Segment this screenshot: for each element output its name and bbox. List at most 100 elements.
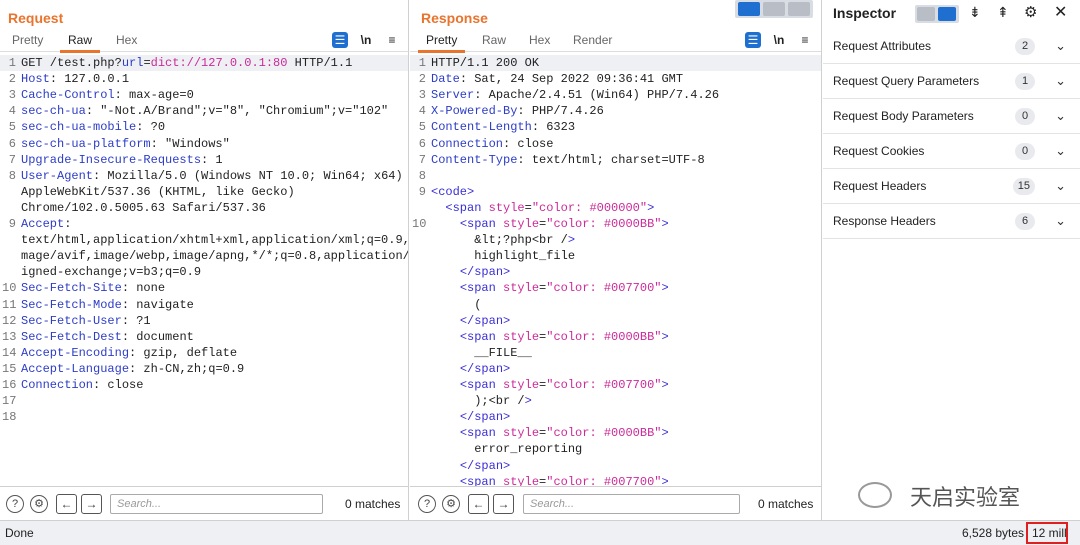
chevron-down-icon[interactable]: ⌄	[1055, 38, 1066, 54]
code-line: 5 Content-Length: 6323	[410, 119, 821, 135]
pretty-print-icon[interactable]: ☰	[332, 32, 348, 48]
expand-all-icon[interactable]: ⇟	[969, 4, 981, 21]
code-text: sec-ch-ua-platform: "Windows"	[21, 136, 230, 151]
code-text: __FILE__	[431, 345, 532, 360]
line-number: 8	[8, 168, 16, 183]
code-text: </span>	[459, 265, 511, 280]
gear-icon[interactable]: ⚙	[1024, 3, 1037, 21]
collapse-all-icon[interactable]: ⇞	[997, 4, 1009, 21]
request-tab-hex[interactable]: Hex	[116, 33, 137, 47]
pretty-print-icon[interactable]: ☰	[745, 32, 761, 48]
back-arrow-icon[interactable]: ←	[56, 494, 77, 514]
code-text: GET /test.php?url=dict://127.0.0.1:80 HT…	[21, 56, 353, 70]
line-number: 4	[8, 104, 16, 119]
layout-list-icon[interactable]	[917, 7, 935, 21]
code-line: 15 Accept-Language: zh-CN,zh;q=0.9	[0, 361, 408, 377]
request-tab-raw[interactable]: Raw	[59, 33, 101, 53]
code-text: Content-Length: 6323	[431, 120, 576, 135]
code-line: 3 Server: Apache/2.4.51 (Win64) PHP/7.4.2…	[410, 87, 821, 103]
inspector-pane: Inspector ⇟ ⇞ ⚙ ✕ Request Attributes 2 ⌄ Re…	[823, 0, 1080, 520]
response-tab-raw[interactable]: Raw	[482, 33, 506, 47]
code-line: highlight_file	[410, 248, 821, 264]
inspector-section[interactable]: Request Body Parameters 0 ⌄	[823, 99, 1080, 134]
inspector-section-label: Request Query Parameters	[833, 74, 980, 88]
layout-horizontal-icon[interactable]	[763, 2, 785, 16]
response-tab-render[interactable]: Render	[573, 33, 612, 47]
inspector-section-label: Request Cookies	[833, 144, 925, 158]
response-tab-pretty[interactable]: Pretty	[417, 33, 466, 53]
layout-split-icon[interactable]	[738, 2, 760, 16]
layout-single-icon[interactable]	[788, 2, 810, 16]
layout-toggle	[735, 0, 813, 18]
help-icon[interactable]: ?	[6, 495, 24, 513]
count-badge: 0	[1015, 108, 1035, 125]
code-text: );<br />	[431, 394, 532, 409]
code-line: </span>	[410, 458, 821, 474]
code-text: Accept-Language: zh-CN,zh;q=0.9	[21, 361, 245, 376]
code-text: </span>	[459, 313, 511, 328]
line-number: 8	[418, 168, 426, 183]
newline-toggle-icon[interactable]: \n	[358, 32, 374, 48]
menu-icon[interactable]: ≡	[384, 32, 400, 48]
count-badge: 2	[1015, 38, 1035, 55]
count-badge: 6	[1015, 213, 1035, 230]
code-text: Accept-Encoding: gzip, deflate	[21, 345, 238, 360]
code-text: <span style="color: #0000BB">	[459, 217, 669, 231]
line-number: 9	[8, 217, 16, 231]
code-line: 6 sec-ch-ua-platform: "Windows"	[0, 136, 408, 152]
line-number: 5	[8, 120, 16, 135]
line-number: 14	[2, 345, 17, 360]
code-line: Chrome/102.0.5005.63 Safari/537.36	[0, 200, 408, 216]
help-icon[interactable]: ?	[418, 495, 436, 513]
menu-icon[interactable]: ≡	[797, 32, 813, 48]
count-badge: 1	[1015, 73, 1035, 90]
inspector-section[interactable]: Request Attributes 2 ⌄	[823, 29, 1080, 64]
close-icon[interactable]: ✕	[1054, 2, 1067, 22]
inspector-section[interactable]: Request Query Parameters 1 ⌄	[823, 64, 1080, 99]
code-line: &lt;?php<br />	[410, 232, 821, 248]
response-time: 12 millis	[1026, 522, 1068, 544]
request-editor[interactable]: 1 GET /test.php?url=dict://127.0.0.1:80 H…	[0, 54, 408, 486]
response-search-input[interactable]: Search...	[523, 494, 740, 514]
code-line: 1 HTTP/1.1 200 OK	[410, 55, 821, 72]
request-tab-pretty[interactable]: Pretty	[12, 33, 43, 47]
request-search-input[interactable]: Search...	[110, 494, 323, 514]
line-number: 10	[2, 281, 17, 296]
app-window: Request Pretty Raw Hex ☰ \n ≡ 1 GET /test…	[0, 0, 1080, 545]
inspector-layout-toggle[interactable]	[915, 5, 959, 23]
forward-arrow-icon[interactable]: →	[493, 494, 514, 514]
line-number: 7	[8, 152, 16, 167]
newline-toggle-icon[interactable]: \n	[771, 32, 787, 48]
code-line: 18	[0, 409, 408, 425]
code-line: 10 Sec-Fetch-Site: none	[0, 280, 408, 296]
response-tab-hex[interactable]: Hex	[529, 33, 550, 47]
code-line: 10 <span style="color: #0000BB">	[410, 216, 821, 232]
chevron-down-icon[interactable]: ⌄	[1055, 73, 1066, 89]
chevron-down-icon[interactable]: ⌄	[1055, 178, 1066, 194]
code-line: igned-exchange;v=b3;q=0.9	[0, 264, 408, 280]
response-editor[interactable]: 1 HTTP/1.1 200 OK 2 Date: Sat, 24 Sep 2022 …	[410, 54, 821, 486]
layout-columns-icon[interactable]	[938, 7, 956, 21]
inspector-section[interactable]: Request Cookies 0 ⌄	[823, 134, 1080, 169]
gear-icon[interactable]: ⚙	[30, 495, 48, 513]
code-text: Sec-Fetch-Dest: document	[21, 329, 194, 344]
chevron-down-icon[interactable]: ⌄	[1055, 213, 1066, 229]
code-line: 11 Sec-Fetch-Mode: navigate	[0, 297, 408, 313]
code-text: Sec-Fetch-Site: none	[21, 281, 166, 296]
chevron-down-icon[interactable]: ⌄	[1055, 108, 1066, 124]
code-line: </span>	[410, 361, 821, 377]
code-line: 7 Content-Type: text/html; charset=UTF-8	[410, 152, 821, 168]
inspector-section[interactable]: Request Headers 15 ⌄	[823, 169, 1080, 204]
code-text: <span style="color: #007700">	[459, 474, 669, 486]
gear-icon[interactable]: ⚙	[442, 495, 460, 513]
inspector-section[interactable]: Response Headers 6 ⌄	[823, 204, 1080, 239]
forward-arrow-icon[interactable]: →	[81, 494, 102, 514]
back-arrow-icon[interactable]: ←	[468, 494, 489, 514]
chevron-down-icon[interactable]: ⌄	[1055, 143, 1066, 159]
code-text: mage/avif,image/webp,image/apng,*/*;q=0.…	[21, 249, 408, 264]
code-line: 8	[410, 168, 821, 184]
count-badge: 15	[1012, 178, 1035, 195]
line-number: 13	[2, 329, 17, 344]
inspector-section-label: Request Attributes	[833, 39, 932, 53]
code-text: Upgrade-Insecure-Requests: 1	[21, 152, 223, 167]
